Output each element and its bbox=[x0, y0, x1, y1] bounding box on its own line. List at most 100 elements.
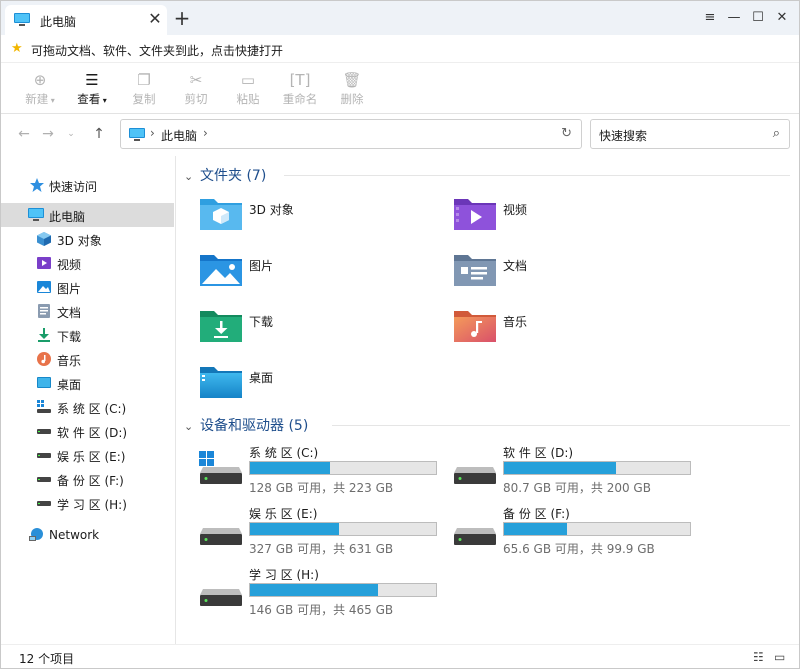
drives-group-title: 设备和驱动器 (5) bbox=[200, 418, 309, 434]
maximize-button[interactable]: ☐ bbox=[747, 7, 769, 29]
sidebar-item-label: 3D 对象 bbox=[57, 234, 102, 248]
sidebar-item-quick-access[interactable]: 快速访问 bbox=[1, 173, 174, 197]
folder-pictures[interactable]: 图片 bbox=[199, 250, 439, 300]
delete-button[interactable]: 🗑 删除 bbox=[329, 70, 375, 110]
clipboard-icon: ▭ bbox=[240, 71, 256, 89]
sidebar-item-label: 图片 bbox=[57, 282, 82, 296]
breadcrumb-this-pc[interactable]: 此电脑 bbox=[161, 127, 197, 144]
folders-group-header[interactable]: ⌄ 文件夹 (7) bbox=[184, 165, 792, 185]
tab-bar: 此电脑 ✕ + ≡ — ☐ ✕ bbox=[1, 1, 799, 35]
sidebar-item-label: 软 件 区 (D:) bbox=[57, 426, 128, 440]
drive-space-info: 65.6 GB 可用，共 99.9 GB bbox=[503, 542, 655, 556]
sidebar-item-label: Network bbox=[49, 528, 100, 542]
sidebar-item-drive-d[interactable]: 软 件 区 (D:) bbox=[1, 419, 174, 443]
tab-close-icon[interactable]: ✕ bbox=[145, 8, 165, 30]
folder-label: 桌面 bbox=[249, 371, 274, 385]
cut-button[interactable]: ✂ 剪切 bbox=[173, 70, 219, 110]
rename-button[interactable]: [T] 重命名 bbox=[277, 70, 323, 110]
new-button[interactable]: ⊕ 新建 ▾ bbox=[17, 70, 63, 110]
drive-usage-bar bbox=[503, 461, 691, 475]
address-row: ← → ⌄ ↑ › 此电脑 › ↻ 快速搜索 ⌕ bbox=[1, 115, 799, 155]
3d-objects-icon bbox=[36, 231, 52, 247]
tab-this-pc[interactable]: 此电脑 ✕ bbox=[5, 5, 167, 35]
new-tab-button[interactable]: + bbox=[171, 6, 193, 30]
drive-usage-bar bbox=[503, 522, 691, 536]
sidebar-item-documents[interactable]: 文档 bbox=[1, 299, 174, 323]
folder-downloads[interactable]: 下载 bbox=[199, 306, 439, 356]
sidebar-item-music[interactable]: 音乐 bbox=[1, 347, 174, 371]
sidebar-item-label: 视频 bbox=[57, 258, 82, 272]
details-view-icon[interactable]: ☷ bbox=[753, 650, 764, 664]
music-icon bbox=[36, 351, 52, 367]
sidebar-item-drive-c[interactable]: 系 统 区 (C:) bbox=[1, 395, 174, 419]
video-icon bbox=[36, 255, 52, 271]
forward-arrow-icon[interactable]: → bbox=[39, 125, 57, 143]
large-icons-view-icon[interactable]: ▭ bbox=[774, 650, 785, 664]
address-bar[interactable]: › 此电脑 › ↻ bbox=[120, 119, 582, 149]
drive-name: 软 件 区 (D:) bbox=[503, 446, 574, 460]
drive-icon bbox=[453, 512, 497, 551]
paste-button[interactable]: ▭ 粘贴 bbox=[225, 70, 271, 110]
drive-usage-bar bbox=[249, 461, 437, 475]
folder-documents[interactable]: 文档 bbox=[453, 250, 693, 300]
sidebar-item-3d-objects[interactable]: 3D 对象 bbox=[1, 227, 174, 251]
sidebar-item-desktop[interactable]: 桌面 bbox=[1, 371, 174, 395]
drive-usage-fill bbox=[250, 523, 340, 535]
sidebar-item-label: 系 统 区 (C:) bbox=[57, 402, 127, 416]
new-label: 新建 bbox=[25, 92, 49, 106]
breadcrumb-chevron-icon[interactable]: › bbox=[150, 126, 155, 140]
recent-chevron-icon[interactable]: ⌄ bbox=[62, 125, 80, 143]
view-button[interactable]: ☰ 查看 ▾ bbox=[69, 70, 115, 110]
sidebar-item-label: 学 习 区 (H:) bbox=[57, 498, 127, 512]
drive-usage-bar bbox=[249, 583, 437, 597]
search-input[interactable]: 快速搜索 ⌕ bbox=[590, 119, 790, 149]
folder-videos[interactable]: 视频 bbox=[453, 194, 693, 244]
drive-f[interactable]: 备 份 区 (F:) 65.6 GB 可用，共 99.9 GB bbox=[453, 504, 703, 562]
chevron-down-icon: ▾ bbox=[100, 96, 107, 105]
drive-space-info: 80.7 GB 可用，共 200 GB bbox=[503, 481, 651, 495]
drive-e[interactable]: 娱 乐 区 (E:) 327 GB 可用，共 631 GB bbox=[199, 504, 449, 562]
3d-objects-folder-icon bbox=[199, 194, 243, 235]
sidebar-item-drive-f[interactable]: 备 份 区 (F:) bbox=[1, 467, 174, 491]
sidebar-item-label: 快速访问 bbox=[49, 180, 98, 194]
command-bar: ⊕ 新建 ▾ ☰ 查看 ▾ ❐ 复制 ✂ 剪切 ▭ 粘贴 [T] 重命名 🗑 删… bbox=[1, 64, 799, 114]
sidebar-item-label: 音乐 bbox=[57, 354, 82, 368]
sidebar-item-label: 娱 乐 区 (E:) bbox=[57, 450, 126, 464]
drive-h[interactable]: 学 习 区 (H:) 146 GB 可用，共 465 GB bbox=[199, 565, 449, 623]
folder-3d-objects[interactable]: 3D 对象 bbox=[199, 194, 439, 244]
drive-usage-fill bbox=[250, 584, 379, 596]
computer-icon bbox=[128, 127, 146, 146]
cut-label: 剪切 bbox=[184, 92, 208, 106]
drive-space-info: 128 GB 可用，共 223 GB bbox=[249, 481, 394, 495]
copy-button[interactable]: ❐ 复制 bbox=[121, 70, 167, 110]
up-arrow-icon[interactable]: ↑ bbox=[90, 125, 108, 143]
sidebar-item-downloads[interactable]: 下载 bbox=[1, 323, 174, 347]
sidebar-item-this-pc[interactable]: 此电脑 bbox=[1, 203, 174, 227]
menu-icon[interactable]: ≡ bbox=[699, 7, 721, 29]
breadcrumb-chevron-icon[interactable]: › bbox=[203, 126, 208, 140]
search-icon[interactable]: ⌕ bbox=[773, 126, 780, 141]
folder-desktop[interactable]: 桌面 bbox=[199, 362, 439, 412]
back-arrow-icon[interactable]: ← bbox=[15, 125, 33, 143]
folder-music[interactable]: 音乐 bbox=[453, 306, 693, 356]
close-button[interactable]: ✕ bbox=[771, 7, 793, 29]
sidebar-item-pictures[interactable]: 图片 bbox=[1, 275, 174, 299]
sidebar-item-videos[interactable]: 视频 bbox=[1, 251, 174, 275]
sidebar-item-drive-e[interactable]: 娱 乐 区 (E:) bbox=[1, 443, 174, 467]
drive-icon bbox=[36, 447, 52, 463]
drive-c[interactable]: 系 统 区 (C:) 128 GB 可用，共 223 GB bbox=[199, 443, 449, 501]
scissors-icon: ✂ bbox=[189, 71, 203, 89]
drives-group-header[interactable]: ⌄ 设备和驱动器 (5) bbox=[184, 415, 792, 435]
minimize-button[interactable]: — bbox=[723, 7, 745, 29]
drive-usage-bar bbox=[249, 522, 437, 536]
picture-icon bbox=[36, 279, 52, 295]
computer-icon bbox=[27, 207, 44, 223]
drive-icon bbox=[199, 512, 243, 551]
drive-d[interactable]: 软 件 区 (D:) 80.7 GB 可用，共 200 GB bbox=[453, 443, 703, 501]
document-folder-icon bbox=[453, 250, 497, 291]
sidebar-item-network[interactable]: Network bbox=[1, 523, 174, 547]
sidebar-item-drive-h[interactable]: 学 习 区 (H:) bbox=[1, 491, 174, 515]
refresh-icon[interactable]: ↻ bbox=[561, 126, 572, 141]
quick-launch-bar[interactable]: ★ 可拖动文档、软件、文件夹到此，点击快捷打开 bbox=[1, 35, 799, 63]
group-divider bbox=[284, 175, 790, 176]
